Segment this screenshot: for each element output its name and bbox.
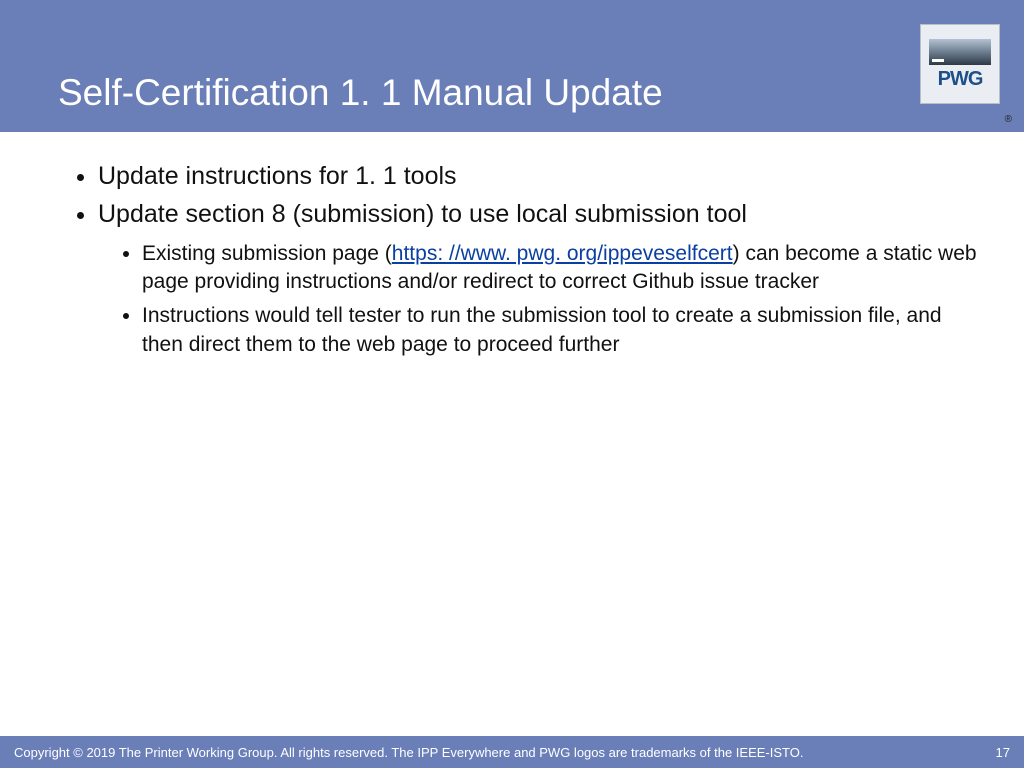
slide-body: Update instructions for 1. 1 tools Updat… [70, 160, 984, 365]
bullet-text: Update instructions for 1. 1 tools [98, 162, 457, 190]
slide-title: Self-Certification 1. 1 Manual Update [58, 72, 663, 114]
slide-footer: Copyright © 2019 The Printer Working Gro… [0, 736, 1024, 768]
footer-page-number: 17 [996, 745, 1010, 760]
pwg-logo: PWG [920, 24, 1000, 104]
pwg-logo-graphic [929, 39, 991, 65]
slide: Self-Certification 1. 1 Manual Update PW… [0, 0, 1024, 768]
sub-bullet-item: Existing submission page (https: //www. … [142, 240, 984, 297]
sub-bullet-item: Instructions would tell tester to run th… [142, 302, 984, 359]
bullet-item: Update instructions for 1. 1 tools [98, 160, 984, 194]
bullet-list: Update instructions for 1. 1 tools Updat… [70, 160, 984, 359]
link-selfcert[interactable]: https: //www. pwg. org/ippeveselfcert [392, 242, 733, 265]
sub-bullet-list: Existing submission page (https: //www. … [98, 240, 984, 359]
sub-bullet-text: Instructions would tell tester to run th… [142, 304, 942, 355]
bullet-text: Update section 8 (submission) to use loc… [98, 200, 747, 228]
registered-mark: ® [1005, 114, 1012, 125]
sub-bullet-text-pre: Existing submission page ( [142, 242, 392, 265]
footer-copyright: Copyright © 2019 The Printer Working Gro… [14, 745, 803, 760]
bullet-item: Update section 8 (submission) to use loc… [98, 198, 984, 359]
pwg-logo-text: PWG [938, 69, 983, 89]
slide-header: Self-Certification 1. 1 Manual Update [0, 0, 1024, 132]
